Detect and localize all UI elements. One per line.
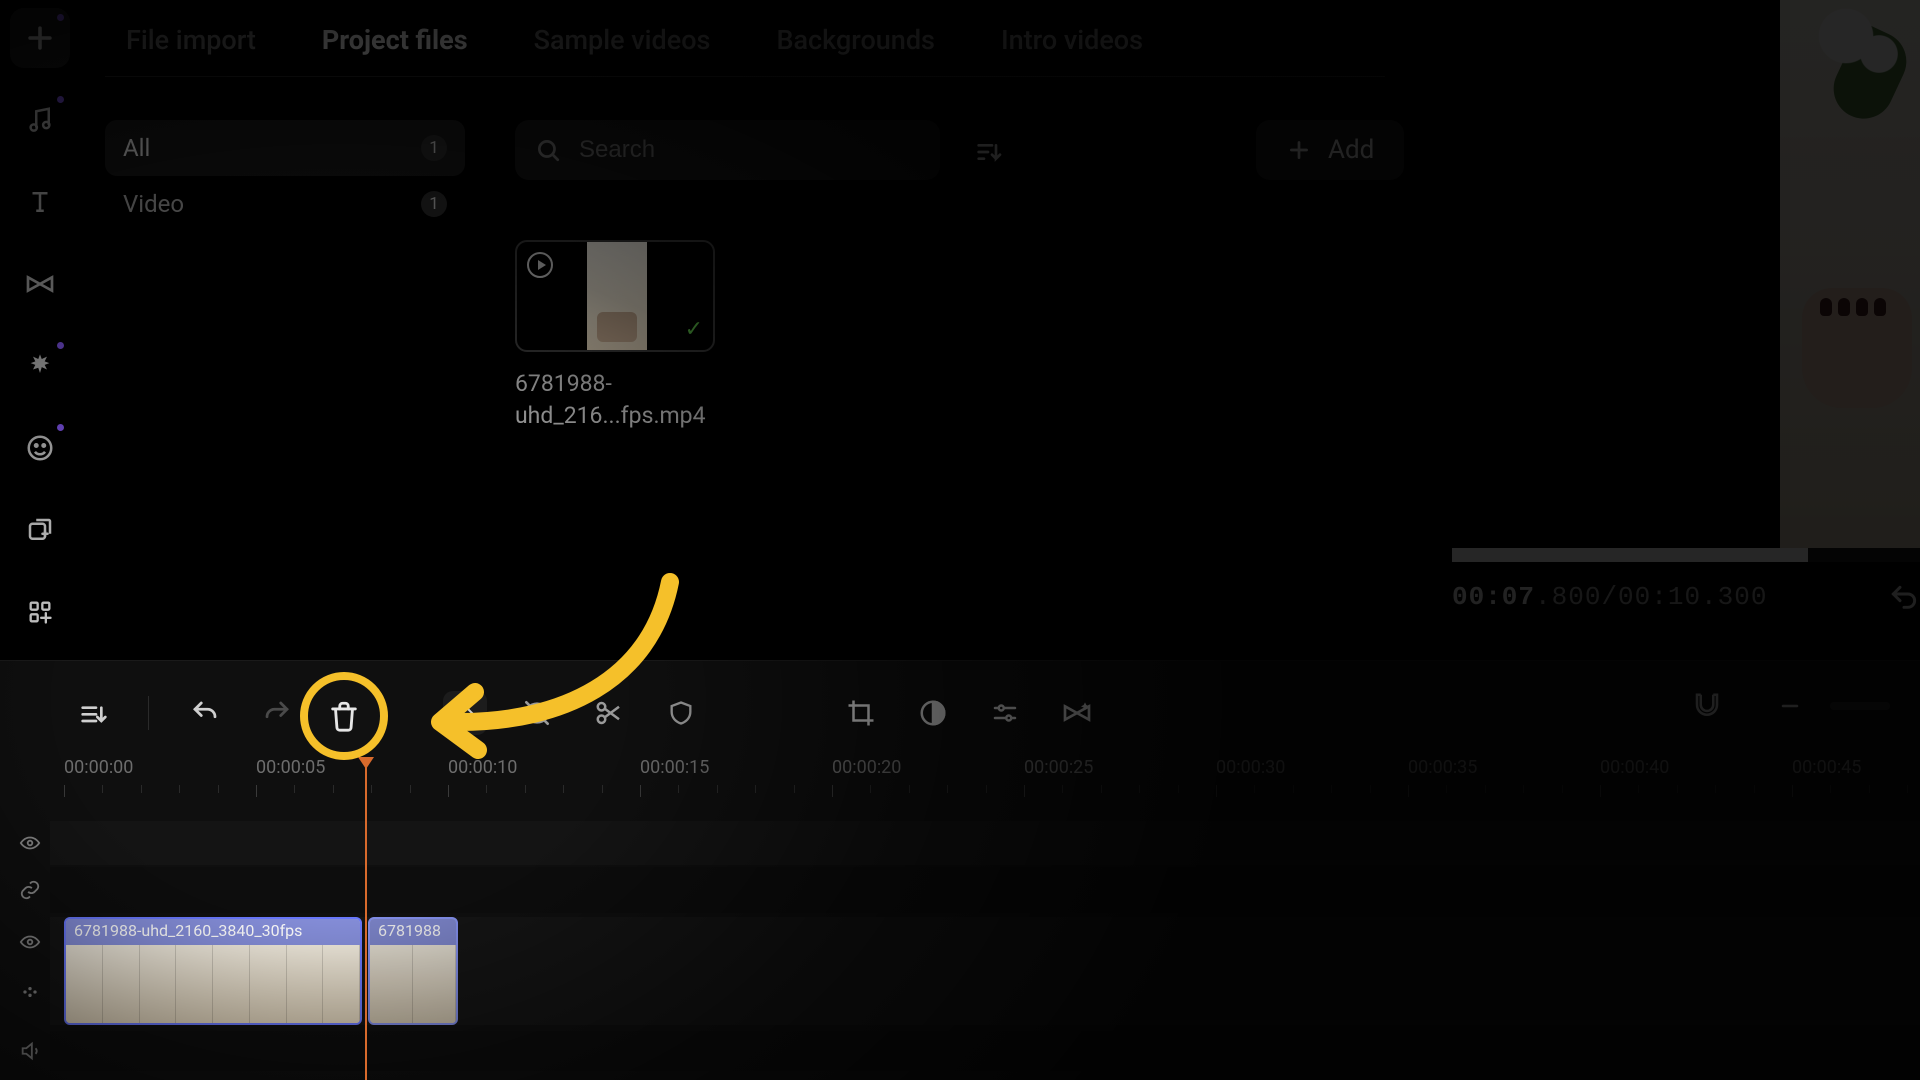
media-item[interactable]: ✓ 6781988-uhd_216...fps.mp4 xyxy=(515,240,715,432)
ruler-tick: 00:00:05 xyxy=(256,757,325,778)
enhance-button[interactable] xyxy=(1055,691,1099,735)
notification-dot xyxy=(57,96,64,103)
revert-icon[interactable] xyxy=(1888,582,1920,614)
ruler-tick: 00:00:20 xyxy=(832,757,901,778)
tab-file-import[interactable]: File import xyxy=(116,18,266,62)
timeline-clip[interactable]: 6781988-uhd_2160_3840_30fps xyxy=(64,917,362,1025)
check-icon: ✓ xyxy=(685,317,703,342)
transitions-icon[interactable] xyxy=(10,254,70,314)
ruler-tick: 00:00:25 xyxy=(1024,757,1093,778)
adjust-button[interactable] xyxy=(983,691,1027,735)
shield-button[interactable] xyxy=(659,691,703,735)
crop-button[interactable] xyxy=(839,691,883,735)
audio-track[interactable] xyxy=(50,1031,1920,1071)
count-badge: 1 xyxy=(421,191,447,217)
media-tabs: File import Project files Sample videos … xyxy=(116,18,1153,62)
track-empty-top[interactable] xyxy=(50,821,1920,865)
preview-panel: 00:07.800/00:10.300 xyxy=(1452,0,1920,548)
ruler-tick: 00:00:10 xyxy=(448,757,517,778)
video-track[interactable]: 6781988-uhd_2160_3840_30fps 6781988 xyxy=(50,917,1920,1025)
stickers-icon[interactable] xyxy=(10,418,70,478)
play-icon xyxy=(527,252,553,278)
link-toggle[interactable] xyxy=(10,867,50,913)
filter-video[interactable]: Video 1 xyxy=(105,176,465,232)
search-field[interactable] xyxy=(515,120,940,180)
track-empty-mid[interactable] xyxy=(50,867,1920,913)
media-filters: All 1 Video 1 xyxy=(105,120,465,232)
overlays-icon[interactable] xyxy=(10,500,70,560)
apps-icon[interactable] xyxy=(10,582,70,642)
ruler-tick: 00:00:00 xyxy=(64,757,133,778)
sidebar-rail xyxy=(0,0,80,660)
plus-icon xyxy=(1286,137,1312,163)
search-icon xyxy=(535,137,561,163)
volume-toggle[interactable] xyxy=(10,1031,50,1071)
zoom-out-button[interactable] xyxy=(1778,694,1802,718)
media-thumbnail: ✓ xyxy=(515,240,715,352)
add-media-button[interactable] xyxy=(10,8,70,68)
track-options-button[interactable] xyxy=(70,691,114,735)
timeline-toolbar xyxy=(70,691,1099,735)
ruler-tick: 00:00:30 xyxy=(1216,757,1285,778)
media-filename: 6781988-uhd_216...fps.mp4 xyxy=(515,368,715,432)
ruler-tick: 00:00:40 xyxy=(1600,757,1669,778)
notification-dot xyxy=(57,14,64,21)
clip-label: 6781988 xyxy=(370,919,456,945)
clip-label: 6781988-uhd_2160_3840_30fps xyxy=(66,919,360,945)
count-badge: 1 xyxy=(421,135,447,161)
redo-button[interactable] xyxy=(255,691,299,735)
filter-label: Video xyxy=(123,190,184,218)
effects-icon[interactable] xyxy=(10,336,70,396)
ruler-tick: 00:00:45 xyxy=(1792,757,1861,778)
filter-label: All xyxy=(123,134,150,162)
preview-progress[interactable] xyxy=(1452,548,1920,562)
zoom-slider[interactable] xyxy=(1830,702,1890,710)
search-input[interactable] xyxy=(579,136,920,164)
timeline-ruler[interactable]: 00:00:00 00:00:05 00:00:10 00:00:15 00:00:20… xyxy=(50,757,1920,817)
hide-button[interactable] xyxy=(515,691,559,735)
timeline-clip[interactable]: 6781988 xyxy=(368,917,458,1025)
sort-button[interactable] xyxy=(962,126,1014,178)
tab-sample-videos[interactable]: Sample videos xyxy=(524,18,721,62)
add-button[interactable]: Add xyxy=(1256,120,1404,180)
preview-stage[interactable] xyxy=(1452,0,1920,548)
ruler-tick: 00:00:35 xyxy=(1408,757,1477,778)
notification-dot xyxy=(57,342,64,349)
filter-all[interactable]: All 1 xyxy=(105,120,465,176)
contrast-button[interactable] xyxy=(911,691,955,735)
add-button-label: Add xyxy=(1328,135,1374,165)
visibility-toggle[interactable] xyxy=(10,821,50,865)
audio-icon[interactable] xyxy=(10,90,70,150)
visibility-toggle[interactable] xyxy=(10,917,50,967)
tabs-divider xyxy=(105,76,1385,77)
tab-backgrounds[interactable]: Backgrounds xyxy=(766,18,945,62)
ruler-tick: 00:00:15 xyxy=(640,757,709,778)
tab-project-files[interactable]: Project files xyxy=(312,18,478,62)
split-button[interactable] xyxy=(587,691,631,735)
playhead[interactable] xyxy=(365,759,367,1080)
text-icon[interactable] xyxy=(10,172,70,232)
preview-timecode: 00:07.800/00:10.300 xyxy=(1452,582,1767,612)
notification-dot xyxy=(57,424,64,431)
timeline-panel: 00:00:00 00:00:05 00:00:10 00:00:15 00:00:20… xyxy=(0,660,1920,1080)
undo-button[interactable] xyxy=(183,691,227,735)
delete-button[interactable] xyxy=(300,672,388,760)
magnet-button[interactable] xyxy=(1692,691,1722,721)
effects-toggle[interactable] xyxy=(10,967,50,1017)
tab-intro-videos[interactable]: Intro videos xyxy=(991,18,1153,62)
tag-button[interactable] xyxy=(443,691,487,735)
timeline-toolbar-right xyxy=(1692,691,1890,721)
trash-icon xyxy=(327,699,361,733)
